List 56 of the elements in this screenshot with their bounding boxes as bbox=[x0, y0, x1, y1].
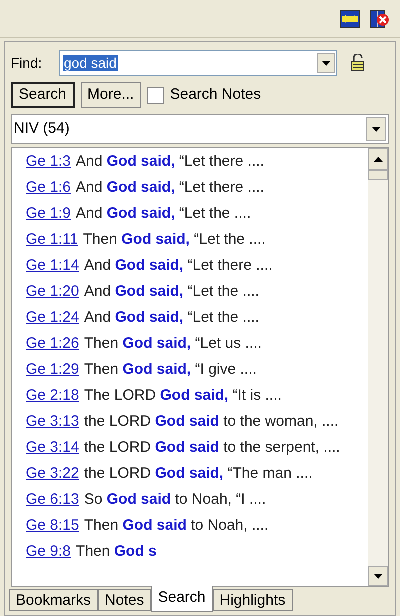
verse-link[interactable]: Ge 1:3 bbox=[26, 150, 72, 174]
verse-snippet: the LORD God said to the woman, .... bbox=[84, 412, 339, 432]
tab[interactable]: Search bbox=[151, 586, 213, 612]
verse-snippet: The LORD God said, “It is .... bbox=[84, 386, 282, 406]
close-icon[interactable] bbox=[370, 10, 390, 28]
caret-icon bbox=[374, 574, 382, 578]
dropdown-button[interactable] bbox=[366, 117, 386, 141]
verse-snippet: And God said, “Let the .... bbox=[84, 282, 260, 302]
verse-link[interactable]: Ge 1:26 bbox=[26, 332, 80, 356]
search-notes-label: Search Notes bbox=[170, 84, 262, 105]
verse-snippet: Then God said, “Let us .... bbox=[84, 334, 262, 354]
verse-snippet: Then God said to Noah, .... bbox=[84, 516, 269, 536]
padlock-icon[interactable] bbox=[351, 54, 365, 72]
verse-snippet: So God said to Noah, “I .... bbox=[84, 490, 266, 510]
caret-icon bbox=[322, 60, 330, 66]
verse-link[interactable]: Ge 3:14 bbox=[26, 436, 80, 460]
verse-link[interactable]: Ge 1:24 bbox=[26, 306, 80, 330]
verse-link[interactable]: Ge 1:9 bbox=[26, 202, 72, 226]
verse-link[interactable]: Ge 2:18 bbox=[26, 384, 80, 408]
more-button[interactable]: More... bbox=[80, 82, 142, 108]
verse-link[interactable]: Ge 1:20 bbox=[26, 280, 80, 304]
verse-link[interactable]: Ge 1:14 bbox=[26, 254, 80, 278]
verse-link[interactable]: Ge 3:22 bbox=[26, 462, 80, 486]
find-label: Find: bbox=[11, 54, 44, 72]
scrollbar[interactable] bbox=[368, 148, 388, 586]
verse-snippet: And God said, “Let the .... bbox=[76, 204, 252, 224]
verse-snippet: Then God said, “I give .... bbox=[84, 360, 257, 380]
verse-link[interactable]: Ge 6:13 bbox=[26, 488, 80, 512]
verse-snippet: And God said, “Let there .... bbox=[76, 178, 264, 198]
tab[interactable]: Bookmarks bbox=[9, 589, 98, 611]
scroll-up-button[interactable] bbox=[368, 148, 388, 170]
verse-snippet: the LORD God said to the serpent, .... bbox=[84, 438, 340, 458]
verse-snippet: Then God said, “Let the .... bbox=[83, 230, 266, 250]
verse-link[interactable]: Ge 9:8 bbox=[26, 540, 72, 564]
verse-link[interactable]: Ge 1:6 bbox=[26, 176, 72, 200]
verse-link[interactable]: Ge 1:29 bbox=[26, 358, 80, 382]
split-panes-icon[interactable] bbox=[340, 10, 360, 28]
version-dropdown[interactable]: NIV (54) bbox=[11, 114, 389, 144]
caret-icon bbox=[374, 156, 382, 162]
scroll-down-button[interactable] bbox=[368, 566, 388, 586]
search-button[interactable]: Search bbox=[11, 82, 75, 108]
scroll-thumb[interactable] bbox=[368, 170, 388, 180]
caret-icon bbox=[372, 126, 380, 132]
verse-link[interactable]: Ge 8:15 bbox=[26, 514, 80, 538]
verse-link[interactable]: Ge 3:13 bbox=[26, 410, 80, 434]
verse-snippet: And God said, “Let there .... bbox=[84, 256, 273, 276]
tab[interactable]: Notes bbox=[98, 589, 152, 611]
verse-snippet: And God said, “Let there .... bbox=[76, 152, 264, 172]
find-field[interactable]: god said bbox=[59, 50, 337, 76]
verse-snippet: the LORD God said, “The man .... bbox=[84, 464, 313, 484]
tab[interactable]: Highlights bbox=[212, 589, 293, 611]
dropdown-button[interactable] bbox=[317, 53, 335, 73]
verse-snippet: And God said, “Let the .... bbox=[84, 308, 260, 328]
verse-snippet: Then God s bbox=[76, 542, 157, 562]
verse-link[interactable]: Ge 1:11 bbox=[26, 228, 78, 252]
search-notes-checkbox[interactable] bbox=[147, 86, 164, 104]
